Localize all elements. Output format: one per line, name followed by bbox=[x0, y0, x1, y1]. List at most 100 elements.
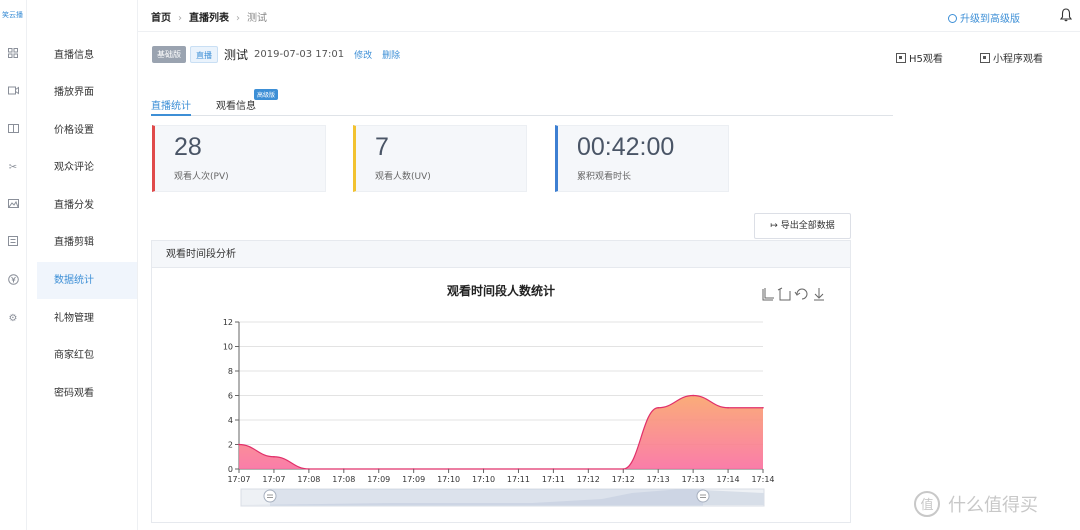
tab-viewer-info[interactable]: 观看信息 bbox=[216, 97, 256, 112]
breadcrumb: 首页 › 直播列表 › 测试 bbox=[151, 9, 267, 24]
slider-handle-left[interactable] bbox=[263, 489, 277, 503]
time-analysis-panel: 观看时间段分析 观看时间段人数统计 0 2 4 6 8 10 12 17:07 17:07 17… bbox=[151, 240, 851, 523]
upgrade-label: 升级到高级版 bbox=[960, 14, 1020, 25]
zoom-icon[interactable] bbox=[762, 288, 774, 301]
x-tick-label: 17:09 bbox=[402, 475, 425, 484]
breadcrumb-separator: › bbox=[178, 13, 182, 24]
watch-mini-label: 小程序观看 bbox=[993, 54, 1043, 65]
chart-toolbox bbox=[762, 287, 824, 301]
download-icon[interactable] bbox=[814, 288, 824, 301]
upgrade-icon bbox=[948, 14, 957, 23]
bell-icon[interactable] bbox=[1060, 8, 1072, 22]
data-point bbox=[273, 455, 275, 458]
svg-text:值: 值 bbox=[920, 497, 933, 513]
watch-h5-label: H5观看 bbox=[909, 54, 943, 65]
x-tick-label: 17:14 bbox=[751, 475, 774, 484]
x-tick-label: 17:10 bbox=[437, 475, 460, 484]
grid-icon[interactable] bbox=[6, 48, 20, 62]
sidebar-item-player-ui[interactable]: 播放界面 bbox=[37, 74, 137, 111]
sidebar-item-distribution[interactable]: 直播分发 bbox=[37, 187, 137, 224]
x-tick-label: 17:10 bbox=[472, 475, 495, 484]
image-icon[interactable] bbox=[6, 199, 20, 213]
edit-link[interactable]: 修改 bbox=[354, 51, 372, 61]
watermark-logo: 值 什么值得买 bbox=[914, 491, 1038, 517]
x-tick-label: 17:11 bbox=[542, 475, 565, 484]
sidebar-item-price[interactable]: 价格设置 bbox=[37, 112, 137, 149]
qr-code-icon bbox=[896, 53, 906, 63]
slider-handle-right[interactable] bbox=[696, 489, 710, 503]
stat-value: 7 bbox=[375, 133, 389, 161]
qr-code-icon bbox=[980, 53, 990, 63]
sidebar-item-password[interactable]: 密码观看 bbox=[37, 375, 137, 412]
breadcrumb-current: 测试 bbox=[247, 13, 267, 24]
stat-label: 累积观看时长 bbox=[577, 172, 632, 182]
sidebar-item-comments[interactable]: 观众评论 bbox=[37, 149, 137, 186]
x-tick-label: 17:09 bbox=[367, 475, 390, 484]
restore-icon[interactable] bbox=[794, 288, 808, 300]
chart-title: 观看时间段人数统计 bbox=[447, 283, 555, 298]
y-tick-label: 6 bbox=[228, 392, 233, 401]
svg-text:什么值得买: 什么值得买 bbox=[948, 495, 1038, 516]
series-area bbox=[239, 395, 763, 469]
tab-live-stats[interactable]: 直播统计 bbox=[151, 97, 191, 116]
breadcrumb-home[interactable]: 首页 bbox=[151, 9, 171, 24]
sidebar: 直播信息 播放界面 价格设置 观众评论 直播分发 直播剪辑 数据统计 礼物管理 … bbox=[37, 0, 138, 530]
type-badge: 直播 bbox=[190, 46, 218, 63]
book-icon[interactable] bbox=[6, 124, 20, 138]
export-all-button[interactable]: ↦ 导出全部数据 bbox=[754, 213, 851, 239]
plan-badge: 基础版 bbox=[152, 46, 186, 63]
y-tick-label: 4 bbox=[228, 416, 233, 425]
live-title-row: 基础版 直播 测试 2019-07-03 17:01 修改 删除 bbox=[152, 46, 400, 63]
video-icon[interactable] bbox=[6, 86, 20, 100]
zoom-reset-icon[interactable] bbox=[777, 287, 791, 301]
x-tick-label: 17:08 bbox=[332, 475, 355, 484]
top-bar: 首页 › 直播列表 › 测试 升级到高级版 bbox=[138, 0, 1080, 32]
delete-link[interactable]: 删除 bbox=[382, 51, 400, 61]
data-point bbox=[657, 406, 659, 409]
sidebar-item-red-packet[interactable]: 商家红包 bbox=[37, 337, 137, 374]
stat-card-uv: 7 观看人数(UV) bbox=[353, 125, 527, 192]
icon-rail: 笑云播 ✂ ⚙ bbox=[0, 0, 27, 530]
advanced-badge: 高级版 bbox=[254, 89, 279, 100]
y-tick-label: 8 bbox=[228, 367, 233, 376]
y-axis: 0 2 4 6 8 10 12 bbox=[223, 318, 240, 474]
data-point bbox=[692, 394, 694, 397]
upgrade-link[interactable]: 升级到高级版 bbox=[948, 10, 1020, 25]
x-tick-label: 17:12 bbox=[577, 475, 600, 484]
data-zoom-slider[interactable] bbox=[240, 488, 765, 507]
breadcrumb-separator: › bbox=[236, 13, 240, 24]
x-tick-label: 17:13 bbox=[647, 475, 670, 484]
y-tick-label: 10 bbox=[223, 343, 233, 352]
stat-value: 00:42:00 bbox=[577, 133, 675, 161]
app-logo: 笑云播 bbox=[2, 11, 23, 19]
scissors-icon[interactable]: ✂ bbox=[6, 161, 20, 175]
live-time: 2019-07-03 17:01 bbox=[254, 49, 345, 60]
sidebar-item-clip[interactable]: 直播剪辑 bbox=[37, 224, 137, 261]
x-tick-label: 17:13 bbox=[682, 475, 705, 484]
watch-mini-program-button[interactable]: 小程序观看 bbox=[980, 50, 1043, 65]
sidebar-item-statistics[interactable]: 数据统计 bbox=[37, 262, 137, 299]
sidebar-item-gifts[interactable]: 礼物管理 bbox=[37, 300, 137, 337]
x-tick-label: 17:07 bbox=[262, 475, 285, 484]
export-label: 导出全部数据 bbox=[780, 221, 835, 231]
list-icon[interactable] bbox=[6, 236, 20, 250]
y-tick-label: 2 bbox=[228, 441, 233, 450]
breadcrumb-live-list[interactable]: 直播列表 bbox=[189, 9, 229, 24]
watch-h5-button[interactable]: H5观看 bbox=[896, 50, 943, 65]
stat-label: 观看人次(PV) bbox=[174, 172, 229, 182]
slider-selection bbox=[270, 489, 703, 506]
stat-card-pv: 28 观看人次(PV) bbox=[152, 125, 326, 192]
yen-icon[interactable] bbox=[6, 274, 20, 288]
x-tick-label: 17:14 bbox=[717, 475, 740, 484]
area-chart: 观看时间段人数统计 0 2 4 6 8 10 12 17:07 17:07 17:08 17:08… bbox=[223, 283, 824, 507]
stat-value: 28 bbox=[174, 133, 202, 161]
sidebar-item-live-info[interactable]: 直播信息 bbox=[37, 37, 137, 74]
data-point bbox=[762, 406, 764, 409]
gear-icon[interactable]: ⚙ bbox=[6, 312, 20, 326]
x-tick-label: 17:11 bbox=[507, 475, 530, 484]
stat-card-duration: 00:42:00 累积观看时长 bbox=[555, 125, 729, 192]
y-tick-label: 12 bbox=[223, 318, 233, 327]
live-title: 测试 bbox=[224, 48, 249, 62]
stat-label: 观看人数(UV) bbox=[375, 172, 431, 182]
x-axis: 17:07 17:07 17:08 17:08 17:09 17:09 17:10 17:10… bbox=[227, 469, 775, 484]
